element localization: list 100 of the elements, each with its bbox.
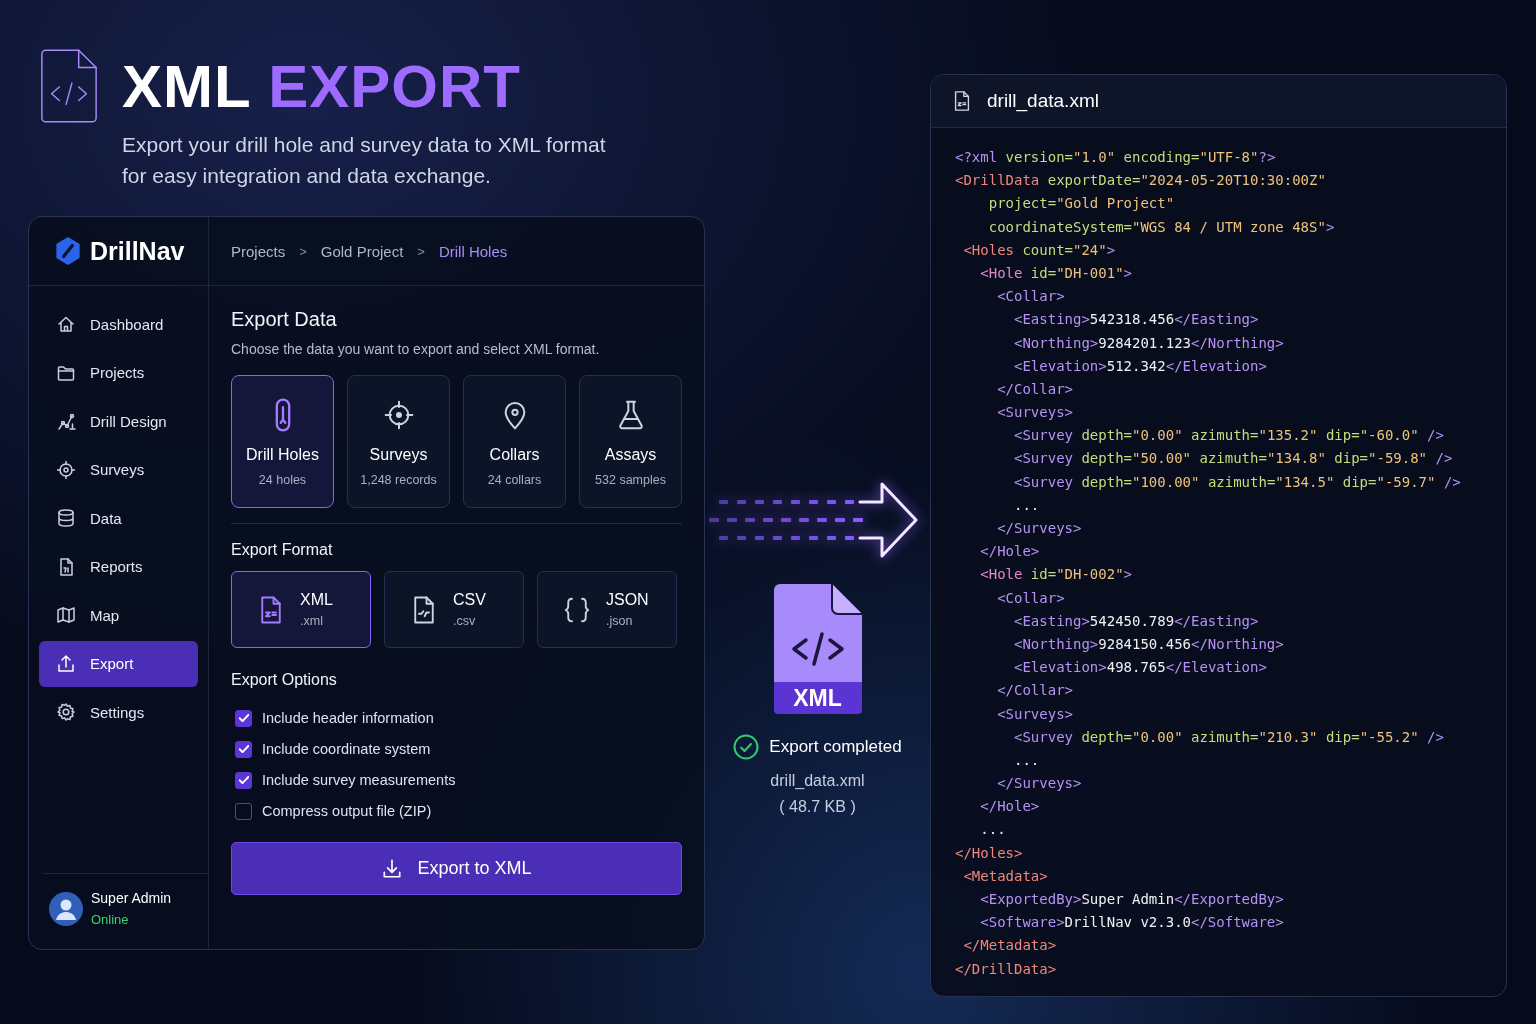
card-count: 532 samples bbox=[595, 473, 666, 487]
code-line: <Metadata> bbox=[962, 866, 1048, 886]
format-option[interactable]: JSON .json bbox=[537, 571, 677, 648]
page-title: XML EXPORT bbox=[122, 52, 522, 122]
checkmark-icon bbox=[238, 714, 249, 722]
card-title: Surveys bbox=[369, 446, 428, 464]
checkbox[interactable] bbox=[235, 771, 252, 789]
avatar-icon bbox=[49, 891, 83, 926]
code-line: <Software>DrillNav v2.3.0</Software> bbox=[979, 913, 1284, 933]
data-type-card[interactable]: Collars 24 collars bbox=[463, 375, 566, 508]
section-title: Export Data bbox=[231, 308, 338, 331]
code-line: <Hole id="DH-002"> bbox=[979, 565, 1133, 585]
card-title: Drill Holes bbox=[246, 446, 319, 464]
format-option[interactable]: CSV .csv bbox=[384, 571, 524, 648]
data-type-card[interactable]: Drill Holes 24 holes bbox=[231, 375, 334, 508]
download-icon bbox=[381, 857, 404, 880]
section-title: Export Format bbox=[231, 541, 334, 559]
sidebar-item[interactable]: Data bbox=[39, 495, 198, 542]
data-type-card[interactable]: Assays 532 samples bbox=[579, 375, 682, 508]
data-type-card[interactable]: Surveys 1,248 records bbox=[347, 375, 450, 508]
sidebar-item[interactable]: Projects bbox=[39, 349, 198, 396]
code-line: </Hole> bbox=[979, 542, 1040, 562]
format-extension: .xml bbox=[300, 614, 324, 628]
code-line: </Hole> bbox=[979, 797, 1040, 817]
checkbox[interactable] bbox=[235, 709, 252, 727]
option-label: Include coordinate system bbox=[262, 741, 431, 757]
upload-icon bbox=[56, 653, 76, 674]
sidebar-item[interactable]: Reports bbox=[39, 543, 198, 590]
sidebar-item[interactable]: Settings bbox=[39, 689, 198, 736]
code-line: <Collar> bbox=[996, 287, 1065, 307]
checkbox[interactable] bbox=[235, 802, 252, 820]
checkmark-icon bbox=[238, 776, 249, 784]
sidebar-item[interactable]: Surveys bbox=[39, 446, 198, 493]
code-line: <Survey depth="0.00" azimuth="135.2" dip="-60.0" /> bbox=[1013, 426, 1444, 446]
code-line: ... bbox=[979, 820, 1006, 840]
code-line: project="Gold Project" bbox=[987, 194, 1175, 214]
option-label: Include header information bbox=[262, 710, 434, 726]
code-line: </Collar> bbox=[996, 379, 1073, 399]
file-type-badge: XML bbox=[773, 682, 862, 714]
crosshair-icon bbox=[382, 398, 415, 432]
card-title: Collars bbox=[489, 446, 540, 464]
user-name: Super Admin bbox=[91, 890, 172, 906]
card-count: 1,248 records bbox=[360, 473, 437, 487]
code-line: <Survey depth="50.00" azimuth="134.8" dip="-59.8" /> bbox=[1013, 449, 1453, 469]
settings-icon bbox=[56, 702, 76, 723]
code-line: <Holes count="24"> bbox=[962, 240, 1116, 260]
sidebar-item[interactable]: Map bbox=[39, 592, 198, 639]
breadcrumb-link[interactable]: Drill Holes bbox=[438, 242, 508, 260]
breadcrumb-link[interactable]: Projects bbox=[231, 242, 286, 260]
format-extension: .json bbox=[606, 614, 634, 628]
page-subtitle: Export your drill hole and survey data to XML format for easy integration and data exchange. bbox=[122, 132, 607, 189]
code-line: ... bbox=[1013, 495, 1040, 515]
code-line: </Metadata> bbox=[962, 936, 1057, 956]
format-option[interactable]: XML .xml bbox=[231, 571, 371, 648]
checkmark-icon bbox=[238, 745, 249, 753]
code-line: <Surveys> bbox=[996, 704, 1073, 724]
checkbox[interactable] bbox=[235, 740, 252, 758]
drill-bit-icon bbox=[274, 398, 291, 432]
export-button[interactable]: Export to XML bbox=[231, 842, 682, 895]
check-circle-icon bbox=[733, 734, 760, 760]
code-line: <ExportedBy>Super Admin</ExportedBy> bbox=[979, 890, 1284, 909]
card-title: Assays bbox=[604, 446, 657, 464]
map-icon bbox=[56, 605, 76, 626]
code-line: <Northing>9284150.456</Northing> bbox=[1013, 634, 1284, 654]
section-title: Export Options bbox=[231, 671, 338, 689]
file-size: ( 48.7 KB ) bbox=[779, 798, 856, 816]
format-name: JSON bbox=[606, 591, 649, 609]
breadcrumb-separator: > bbox=[417, 243, 425, 259]
sidebar-item[interactable]: Drill Design bbox=[39, 398, 198, 445]
code-line: ... bbox=[1013, 750, 1040, 770]
code-file-icon bbox=[773, 584, 862, 682]
code-line: coordinateSystem="WGS 84 / UTM zone 48S"> bbox=[987, 217, 1335, 237]
breadcrumb-link[interactable]: Gold Project bbox=[320, 242, 404, 260]
card-count: 24 holes bbox=[258, 473, 307, 487]
sidebar-item[interactable]: Dashboard bbox=[39, 301, 198, 348]
code-line: <Survey depth="100.00" azimuth="134.5" dip="-59.7" /> bbox=[1013, 472, 1461, 492]
format-extension: .csv bbox=[453, 614, 477, 628]
code-line: </Surveys> bbox=[996, 519, 1082, 538]
status-message: Export completed bbox=[769, 737, 902, 757]
option-label: Compress output file (ZIP) bbox=[262, 803, 432, 819]
code-line: <Survey depth="0.00" azimuth="210.3" dip="-55.2" /> bbox=[1013, 727, 1444, 747]
sidebar-item[interactable]: Export bbox=[39, 640, 198, 687]
code-line: <Collar> bbox=[996, 588, 1065, 608]
code-line: <DrillData exportDate="2024-05-20T10:30:00Z" bbox=[955, 171, 1326, 191]
code-line: <Easting>542450.789</Easting> bbox=[1013, 611, 1259, 631]
user-status: Online bbox=[91, 912, 130, 927]
option-label: Include survey measurements bbox=[262, 772, 456, 788]
home-icon bbox=[56, 314, 76, 335]
section-description: Choose the data you want to export and select XML format. bbox=[231, 341, 601, 357]
code-line: </DrillData> bbox=[955, 959, 1057, 979]
drill-rig-icon bbox=[56, 411, 76, 432]
crosshair-icon bbox=[56, 459, 76, 480]
file-title: drill_data.xml bbox=[987, 90, 1099, 112]
code-line: </Collar> bbox=[996, 681, 1073, 701]
format-name: CSV bbox=[453, 591, 486, 609]
card-count: 24 collars bbox=[487, 473, 542, 487]
code-line: <Elevation>512.342</Elevation> bbox=[1013, 356, 1267, 376]
code-line: </Holes> bbox=[955, 843, 1023, 863]
code-line: <?xml version="1.0" encoding="UTF-8"?> bbox=[955, 148, 1276, 167]
code-line: <Elevation>498.765</Elevation> bbox=[1013, 658, 1267, 678]
